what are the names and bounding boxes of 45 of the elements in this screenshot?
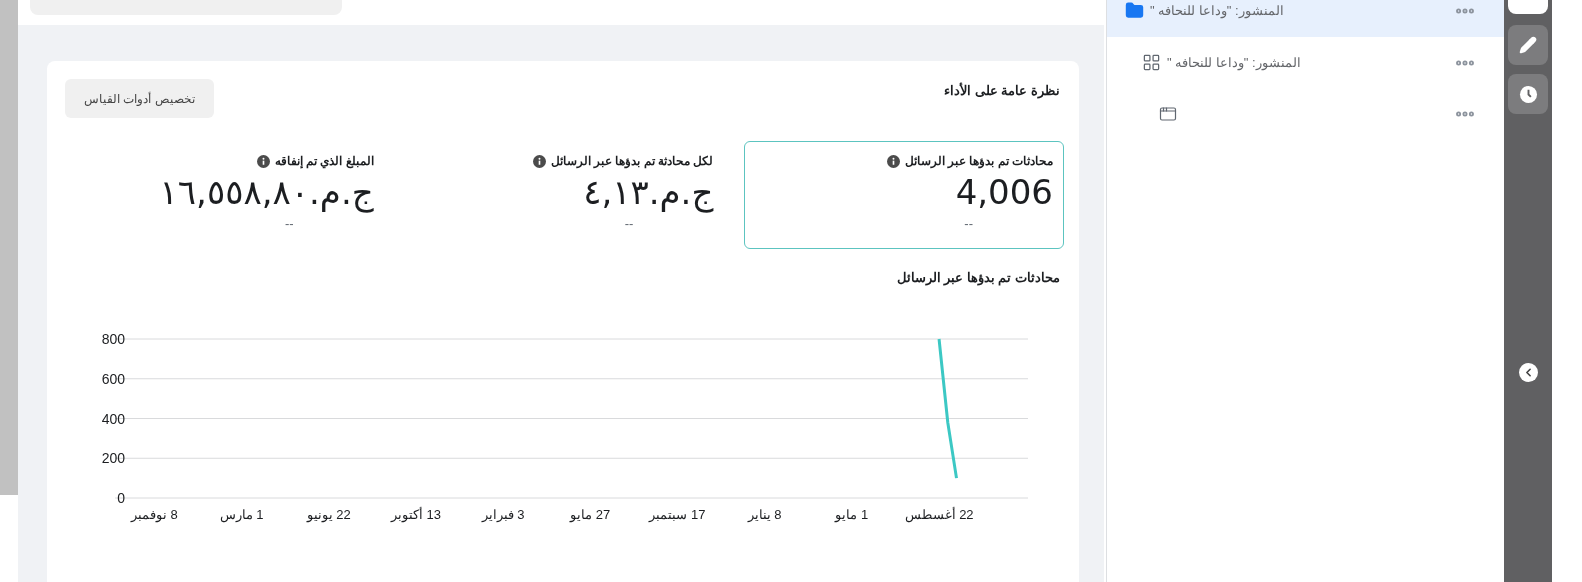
y-axis-label: 800 [101, 331, 125, 347]
x-axis-label: 27 مايو [570, 507, 611, 522]
chart-title: محادثات تم بدؤها عبر الرسائل [896, 270, 1060, 285]
tree-item[interactable]: المنشور: "وداعا للنحافه " [1107, 37, 1506, 88]
metric-label: المبلغ الذي تم إنفاقه [274, 153, 374, 170]
metric-value: ج.م.١٦,٥٥٨,٨٠ [159, 171, 374, 214]
folder-icon [1125, 1, 1144, 20]
x-axis-label: 13 أكتوبر [390, 507, 441, 522]
pencil-icon [1519, 36, 1537, 54]
info-icon[interactable] [256, 154, 270, 168]
metric-card[interactable]: المبلغ الذي تم إنفاقه ج.م.١٦,٥٥٨,٨٠ -- [65, 141, 385, 249]
scrollbar[interactable] [0, 0, 18, 495]
x-axis-label: 1 مارس [219, 507, 264, 522]
tree-item[interactable]: المنشور: "وداعا للنحافه " [1107, 0, 1506, 37]
y-axis-label: 0 [117, 490, 125, 506]
info-icon[interactable] [886, 154, 900, 168]
x-axis-label: 3 فبراير [481, 507, 525, 522]
metric-label: محادثات تم بدؤها عبر الرسائل [904, 153, 1053, 170]
clock-icon [1518, 84, 1538, 104]
y-axis-label: 600 [101, 370, 125, 387]
x-axis-label: 17 سبتمبر [649, 507, 706, 522]
comparison-value: -- [964, 215, 974, 233]
x-axis-label: 8 يناير [747, 507, 782, 522]
grid-icon [1142, 53, 1161, 72]
metric-value: 4,006 [955, 171, 1053, 214]
card-title: نظرة عامة على الأداء [944, 81, 1060, 101]
y-axis-label: 200 [101, 450, 125, 467]
y-axis-label: 400 [101, 410, 125, 427]
metric-card[interactable]: لكل محادثة تم بدؤها عبر الرسائل ج.م.٤,١٣ -- [404, 141, 725, 249]
comparison-value: -- [285, 215, 295, 233]
history-button[interactable] [1508, 74, 1548, 114]
customize-metrics-button[interactable]: تخصيص أدوات القياس [65, 79, 214, 118]
x-axis-label: 22 أغسطس [904, 507, 974, 522]
collapse-button[interactable] [1518, 363, 1538, 382]
tree-item-label: المنشور: "وداعا للنحافه " [1150, 1, 1284, 21]
tree-item-label: المنشور: "وداعا للنحافه " [1167, 53, 1301, 73]
metric-label: لكل محادثة تم بدؤها عبر الرسائل [550, 153, 714, 170]
metric-value: ج.م.٤,١٣ [583, 171, 714, 214]
x-axis-label: 8 نوفمبر [130, 507, 178, 522]
info-icon[interactable] [532, 154, 546, 168]
x-axis-label: 22 يونيو [306, 507, 351, 522]
comparison-value: -- [624, 215, 635, 233]
edit-button[interactable] [1508, 25, 1548, 65]
window-icon [1159, 104, 1177, 123]
x-axis-label: 1 مايو [835, 507, 869, 522]
